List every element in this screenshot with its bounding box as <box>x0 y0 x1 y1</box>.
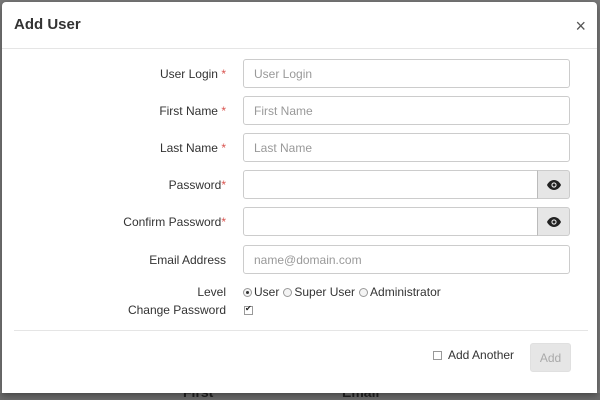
required-marker: * <box>221 104 226 118</box>
radio-button[interactable] <box>243 287 252 297</box>
radio-button[interactable] <box>359 287 369 297</box>
user-login-row: User Login * <box>2 59 597 89</box>
user-login-label: User Login * <box>159 67 226 81</box>
email-row: Email Address <box>2 245 597 275</box>
confirm-password-label: Confirm Password* <box>123 215 226 229</box>
level-radio-group: User Super User Administrator <box>243 283 445 301</box>
email-label: Email Address <box>149 253 226 267</box>
eye-icon <box>546 179 561 190</box>
add-another-label: Add Another <box>448 348 515 362</box>
last-name-input[interactable] <box>243 133 570 162</box>
required-marker: * <box>221 178 226 192</box>
level-option-label: Super User <box>294 285 356 299</box>
change-password-checkbox[interactable] <box>244 304 253 315</box>
last-name-label: Last Name * <box>159 141 226 155</box>
email-input[interactable] <box>243 245 570 274</box>
required-marker: * <box>221 67 226 81</box>
level-option-administrator[interactable]: Administrator <box>359 285 441 299</box>
level-row: Level User Super User Administrator <box>2 283 597 301</box>
required-marker: * <box>221 141 226 155</box>
level-option-label: User <box>254 285 280 299</box>
level-option-super-user[interactable]: Super User <box>283 285 355 299</box>
add-another-checkbox[interactable] <box>433 350 442 360</box>
first-name-row: First Name * <box>2 96 597 126</box>
level-label: Level <box>197 285 226 299</box>
user-login-input[interactable] <box>243 59 570 88</box>
required-marker: * <box>221 215 226 229</box>
eye-icon <box>546 216 561 227</box>
change-password-label: Change Password <box>127 303 226 317</box>
show-password-button[interactable] <box>537 170 570 199</box>
add-user-dialog: Add User × User Login * First Name * Las… <box>2 2 597 393</box>
close-icon[interactable]: × <box>575 17 586 35</box>
last-name-row: Last Name * <box>2 133 597 163</box>
level-option-user[interactable]: User <box>243 285 279 299</box>
password-input[interactable] <box>243 170 538 199</box>
add-another-toggle[interactable]: Add Another <box>433 348 514 362</box>
add-button[interactable]: Add <box>530 343 571 372</box>
dialog-footer-divider <box>14 330 588 331</box>
radio-button[interactable] <box>283 287 293 297</box>
password-row: Password* <box>2 170 597 200</box>
password-label: Password* <box>168 178 226 192</box>
level-option-label: Administrator <box>370 285 441 299</box>
change-password-row: Change Password <box>2 301 597 319</box>
show-confirm-password-button[interactable] <box>537 207 570 236</box>
first-name-input[interactable] <box>243 96 570 125</box>
dialog-header: Add User × <box>2 2 597 49</box>
confirm-password-row: Confirm Password* <box>2 207 597 237</box>
confirm-password-input[interactable] <box>243 207 538 236</box>
first-name-label: First Name * <box>159 104 226 118</box>
dialog-title: Add User <box>14 16 81 33</box>
